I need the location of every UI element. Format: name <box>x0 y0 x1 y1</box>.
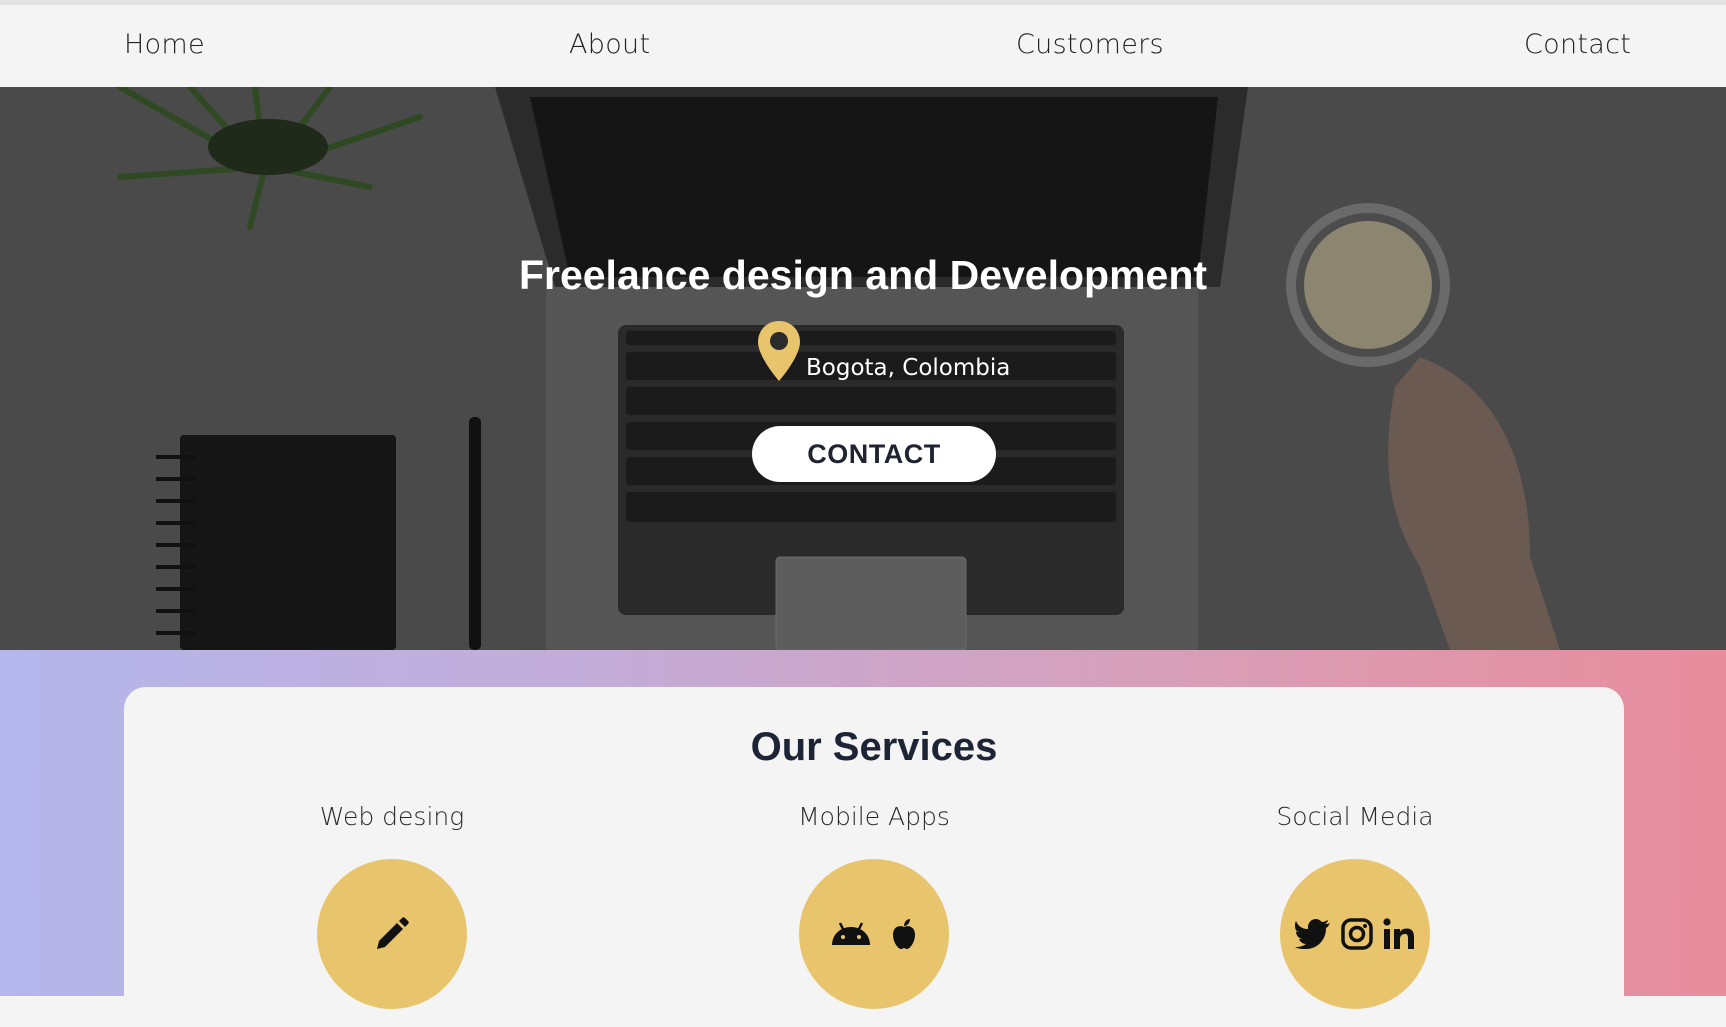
nav-customers-link[interactable]: Customers <box>1016 29 1164 60</box>
instagram-icon <box>1341 918 1373 950</box>
service-icon-circle <box>799 859 949 1009</box>
location-text: Bogota, Colombia <box>806 355 1011 381</box>
linkedin-icon <box>1383 918 1414 949</box>
main-navigation: Home About Customers Contact <box>0 5 1726 87</box>
service-icon-circle <box>1280 859 1430 1009</box>
nav-about-link[interactable]: About <box>569 29 650 60</box>
service-social-media: Social Media <box>1205 802 1505 1009</box>
hero-section: Freelance design and Development Bogota,… <box>0 87 1726 650</box>
nav-home-link[interactable]: Home <box>124 29 205 60</box>
pencil-icon <box>377 917 409 949</box>
location-pin-icon <box>758 321 800 381</box>
service-label: Web desing <box>319 802 465 831</box>
service-label: Mobile Apps <box>798 802 950 831</box>
hero-title: Freelance design and Development <box>518 252 1208 298</box>
service-icon-circle <box>317 859 467 1009</box>
contact-button[interactable]: CONTACT <box>752 426 996 482</box>
apple-icon <box>893 919 915 949</box>
service-web-design: Web desing <box>242 802 542 1009</box>
android-icon <box>832 922 870 945</box>
service-mobile-apps: Mobile Apps <box>724 802 1024 1009</box>
service-label: Social Media <box>1276 802 1434 831</box>
nav-contact-link[interactable]: Contact <box>1524 29 1631 60</box>
twitter-icon <box>1295 919 1330 949</box>
services-card: Our Services Web desing Mobile Apps Soci… <box>124 687 1624 1027</box>
services-title: Our Services <box>750 725 998 769</box>
